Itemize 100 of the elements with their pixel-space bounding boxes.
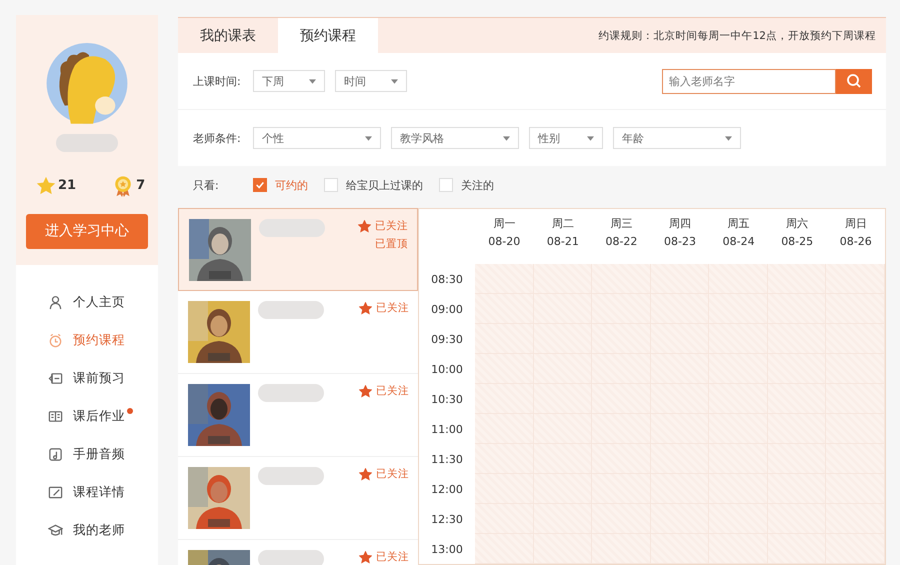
menu-icon — [48, 370, 63, 386]
time-slot[interactable] — [768, 534, 826, 564]
follow-status[interactable]: 已关注 — [376, 384, 409, 398]
pinned-status: 已置顶 — [375, 237, 408, 251]
follow-status[interactable]: 已关注 — [375, 219, 408, 233]
follow-status[interactable]: 已关注 — [376, 467, 409, 481]
caret-icon — [309, 78, 316, 84]
menu-item[interactable]: 预约课程 — [16, 321, 158, 359]
checkbox-label[interactable]: 可约的 — [275, 178, 308, 192]
weekday-label: 周六 — [786, 216, 808, 231]
time-slot[interactable] — [826, 264, 886, 294]
time-slot[interactable] — [650, 264, 710, 294]
time-label: 10:30 — [431, 392, 463, 406]
weekday-label: 周二 — [552, 216, 574, 231]
time-slot[interactable] — [826, 444, 886, 474]
time-slot[interactable] — [650, 534, 710, 564]
checkbox-label[interactable]: 给宝贝上过课的 — [346, 178, 423, 192]
checkbox-label[interactable]: 关注的 — [461, 178, 494, 192]
time-slot[interactable] — [709, 264, 768, 294]
weekday-label: 周一 — [493, 216, 516, 231]
teacher-card[interactable]: 已关注 — [178, 374, 418, 457]
menu-item[interactable]: 课前预习 — [16, 359, 158, 397]
date-label: 08-26 — [840, 235, 872, 248]
menu-item[interactable]: 课程详情 — [16, 473, 158, 511]
medal-count: 7 — [136, 178, 146, 194]
menu-item[interactable]: 个人主页 — [16, 283, 158, 321]
caret-icon — [391, 78, 398, 84]
search-field[interactable]: 输入老师名字 — [662, 68, 836, 94]
tab[interactable]: 预约课程 — [278, 18, 378, 53]
star-count: 21 — [58, 178, 76, 194]
time-slot[interactable] — [534, 534, 592, 564]
dropdown[interactable]: 年龄 — [613, 127, 741, 149]
time-label: 13:00 — [431, 542, 463, 556]
time-slot[interactable] — [768, 264, 826, 294]
menu-item[interactable]: 手册音频 — [16, 435, 158, 473]
caret-icon — [365, 136, 372, 140]
time-label: 11:00 — [431, 422, 463, 436]
time-slot[interactable] — [709, 534, 768, 564]
time-slot[interactable] — [475, 384, 534, 414]
menu-icon — [48, 484, 63, 500]
caret-icon — [725, 136, 732, 140]
time-slot[interactable] — [826, 294, 886, 324]
time-slot[interactable] — [826, 414, 886, 444]
caret-icon — [503, 136, 510, 140]
weekday-label: 周五 — [728, 216, 750, 231]
time-label: 12:30 — [431, 512, 463, 526]
time-label: 09:30 — [431, 332, 463, 346]
search-button[interactable] — [836, 68, 872, 94]
blurred-name — [258, 384, 324, 402]
tab[interactable]: 我的课表 — [178, 18, 278, 53]
filter-label: 上课时间: — [193, 74, 242, 88]
blurred-name — [56, 134, 118, 152]
menu-icon — [48, 522, 63, 538]
follow-status[interactable]: 已关注 — [376, 550, 409, 564]
time-slot[interactable] — [826, 534, 886, 564]
time-slot[interactable] — [475, 324, 534, 354]
dropdown[interactable]: 个性 — [253, 127, 381, 149]
time-slot[interactable] — [826, 324, 886, 354]
time-slot[interactable] — [826, 354, 886, 384]
time-slot[interactable] — [592, 534, 651, 564]
check-icon — [255, 180, 265, 190]
caret-icon — [587, 136, 594, 140]
dropdown[interactable]: 下周 — [253, 70, 325, 92]
time-slot[interactable] — [475, 474, 534, 504]
time-slot[interactable] — [475, 294, 534, 324]
search-icon — [846, 73, 862, 89]
study-center-button[interactable]: 进入学习中心 — [26, 214, 148, 250]
time-slot[interactable] — [826, 384, 886, 414]
time-slot[interactable] — [826, 504, 886, 534]
booking-rule-text: 约课规则：北京时间每周一中午12点，开放预约下周课程 — [598, 28, 877, 42]
time-slot[interactable] — [475, 534, 534, 564]
dropdown[interactable]: 时间 — [335, 70, 407, 92]
menu-item[interactable]: 课后作业 — [16, 397, 158, 435]
time-slot[interactable] — [475, 414, 534, 444]
teacher-card[interactable]: 已关注 已置顶 — [178, 208, 418, 291]
teacher-card[interactable]: 已关注 — [178, 540, 418, 565]
star-icon — [36, 176, 56, 196]
time-label: 08:30 — [431, 272, 463, 286]
follow-status[interactable]: 已关注 — [376, 301, 409, 315]
dropdown[interactable]: 教学风格 — [391, 127, 519, 149]
blurred-name — [258, 550, 324, 565]
blurred-name — [258, 467, 324, 485]
teacher-card[interactable]: 已关注 — [178, 457, 418, 540]
dropdown[interactable]: 性别 — [529, 127, 603, 149]
filter-label: 只看: — [193, 178, 220, 192]
time-label: 12:00 — [431, 482, 463, 496]
menu-icon — [48, 446, 63, 462]
teacher-card[interactable]: 已关注 — [178, 291, 418, 374]
time-slot[interactable] — [826, 474, 886, 504]
date-label: 08-20 — [488, 235, 520, 248]
time-slot[interactable] — [534, 264, 592, 294]
time-slot[interactable] — [475, 264, 534, 294]
date-label: 08-25 — [781, 235, 814, 248]
checkbox[interactable] — [253, 178, 267, 192]
time-slot[interactable] — [475, 354, 534, 384]
time-slot[interactable] — [475, 444, 534, 474]
menu-item[interactable]: 我的老师 — [16, 511, 158, 549]
time-slot[interactable] — [592, 264, 651, 294]
time-slot[interactable] — [475, 504, 534, 534]
blurred-name — [258, 301, 324, 319]
